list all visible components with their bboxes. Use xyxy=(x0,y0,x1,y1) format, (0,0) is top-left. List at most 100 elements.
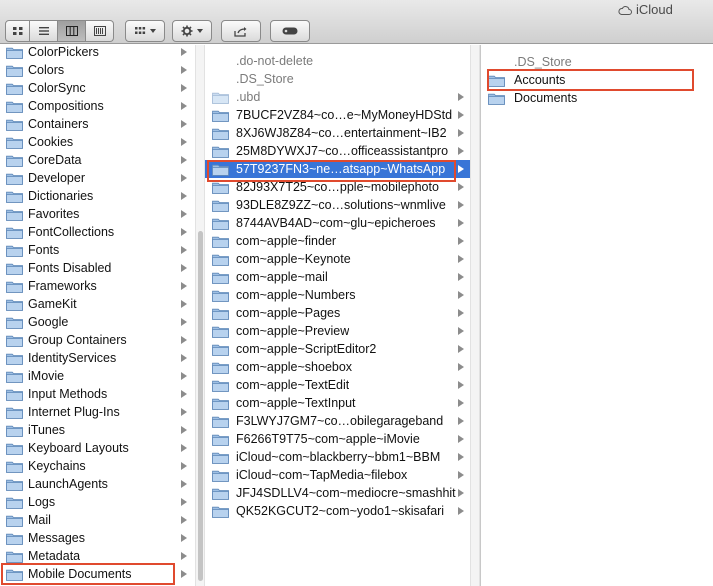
column-2-item-jfj4sdllv4-com-mediocre-smashhit[interactable]: JFJ4SDLLV4~com~mediocre~smashhit xyxy=(205,484,470,502)
list-view-button[interactable] xyxy=(30,20,58,42)
item-label: FontCollections xyxy=(28,225,115,239)
column-2-item-do-not-delete[interactable]: .do-not-delete xyxy=(205,52,470,70)
item-label: .ubd xyxy=(236,90,261,104)
disclosure-arrow-icon xyxy=(181,156,187,164)
column-1-item-frameworks[interactable]: Frameworks xyxy=(0,277,195,295)
column-1-scrollbar[interactable] xyxy=(195,45,205,586)
disclosure-arrow-icon xyxy=(181,120,187,128)
folder-icon xyxy=(6,280,23,293)
disclosure-arrow-icon xyxy=(458,309,464,317)
column-1-item-colors[interactable]: Colors xyxy=(0,61,195,79)
column-2-item-ubd[interactable]: .ubd xyxy=(205,88,470,106)
disclosure-arrow-icon xyxy=(458,399,464,407)
share-button[interactable] xyxy=(221,20,261,42)
item-label: Messages xyxy=(28,531,85,545)
column-2-item-icloud-com-blackberry-bbm1-bbm[interactable]: iCloud~com~blackberry~bbm1~BBM xyxy=(205,448,470,466)
column-1-item-colorpickers[interactable]: ColorPickers xyxy=(0,45,195,61)
cover-flow-button[interactable] xyxy=(86,20,114,42)
action-button[interactable] xyxy=(172,20,212,42)
column-1-item-mail[interactable]: Mail xyxy=(0,511,195,529)
column-divider[interactable] xyxy=(480,45,481,586)
folder-icon xyxy=(6,208,23,221)
item-label: .DS_Store xyxy=(514,55,572,69)
column-1-item-dictionaries[interactable]: Dictionaries xyxy=(0,187,195,205)
tags-button[interactable] xyxy=(270,20,310,42)
disclosure-arrow-icon xyxy=(181,84,187,92)
column-1-item-colorsync[interactable]: ColorSync xyxy=(0,79,195,97)
column-1-item-keyboard-layouts[interactable]: Keyboard Layouts xyxy=(0,439,195,457)
column-1-item-fonts[interactable]: Fonts xyxy=(0,241,195,259)
column-1-item-messages[interactable]: Messages xyxy=(0,529,195,547)
column-2-item-f3lwyj7gm7-co-obilegarageband[interactable]: F3LWYJ7GM7~co…obilegarageband xyxy=(205,412,470,430)
column-1-item-identityservices[interactable]: IdentityServices xyxy=(0,349,195,367)
icon-view-button[interactable] xyxy=(5,20,30,42)
column-1-item-fonts-disabled[interactable]: Fonts Disabled xyxy=(0,259,195,277)
folder-icon xyxy=(488,92,505,105)
column-1-item-compositions[interactable]: Compositions xyxy=(0,97,195,115)
disclosure-arrow-icon xyxy=(181,390,187,398)
folder-icon xyxy=(212,181,229,194)
column-1-item-fontcollections[interactable]: FontCollections xyxy=(0,223,195,241)
column-2-item-com-apple-textedit[interactable]: com~apple~TextEdit xyxy=(205,376,470,394)
column-1-item-containers[interactable]: Containers xyxy=(0,115,195,133)
column-2-item-f6266t9t75-com-apple-imovie[interactable]: F6266T9T75~com~apple~iMovie xyxy=(205,430,470,448)
icon-view-icon xyxy=(12,27,22,35)
column-1-item-gamekit[interactable]: GameKit xyxy=(0,295,195,313)
column-2-item-qk52kgcut2-com-yodo1-skisafari[interactable]: QK52KGCUT2~com~yodo1~skisafari xyxy=(205,502,470,520)
item-label: ColorSync xyxy=(28,81,86,95)
disclosure-arrow-icon xyxy=(458,381,464,389)
column-1-item-favorites[interactable]: Favorites xyxy=(0,205,195,223)
column-1-item-group-containers[interactable]: Group Containers xyxy=(0,331,195,349)
column-1-item-google[interactable]: Google xyxy=(0,313,195,331)
column-1-item-internet-plug-ins[interactable]: Internet Plug-Ins xyxy=(0,403,195,421)
arrange-grid-icon xyxy=(135,27,146,34)
item-label: F3LWYJ7GM7~co…obilegarageband xyxy=(236,414,444,428)
folder-icon xyxy=(212,91,229,104)
disclosure-arrow-icon xyxy=(181,498,187,506)
column-2-item-ds-store[interactable]: .DS_Store xyxy=(205,70,470,88)
column-2-item-com-apple-shoebox[interactable]: com~apple~shoebox xyxy=(205,358,470,376)
column-1-item-imovie[interactable]: iMovie xyxy=(0,367,195,385)
column-1-scroll-thumb[interactable] xyxy=(198,231,203,581)
folder-icon xyxy=(6,64,23,77)
column-2-item-com-apple-mail[interactable]: com~apple~mail xyxy=(205,268,470,286)
file-spacer xyxy=(212,55,229,68)
folder-icon xyxy=(212,451,229,464)
column-2-item-com-apple-finder[interactable]: com~apple~finder xyxy=(205,232,470,250)
column-2-item-com-apple-textinput[interactable]: com~apple~TextInput xyxy=(205,394,470,412)
column-2-item-com-apple-preview[interactable]: com~apple~Preview xyxy=(205,322,470,340)
disclosure-arrow-icon xyxy=(181,246,187,254)
column-1-item-input-methods[interactable]: Input Methods xyxy=(0,385,195,403)
disclosure-arrow-icon xyxy=(181,318,187,326)
item-label: 8744AVB4AD~com~glu~epicheroes xyxy=(236,216,436,230)
column-1-item-developer[interactable]: Developer xyxy=(0,169,195,187)
column-1-item-keychains[interactable]: Keychains xyxy=(0,457,195,475)
column-2-item-8xj6wj8z84-co-entertainment-ib2[interactable]: 8XJ6WJ8Z84~co…entertainment~IB2 xyxy=(205,124,470,142)
column-1-item-cookies[interactable]: Cookies xyxy=(0,133,195,151)
column-2-item-com-apple-pages[interactable]: com~apple~Pages xyxy=(205,304,470,322)
folder-icon xyxy=(212,433,229,446)
item-label: 7BUCF2VZ84~co…e~MyMoneyHDStd xyxy=(236,108,453,122)
folder-icon xyxy=(212,307,229,320)
column-1-item-itunes[interactable]: iTunes xyxy=(0,421,195,439)
folder-icon xyxy=(212,505,229,518)
column-2-item-com-apple-scripteditor2[interactable]: com~apple~ScriptEditor2 xyxy=(205,340,470,358)
column-2-scrollbar[interactable] xyxy=(470,45,480,586)
column-1-item-logs[interactable]: Logs xyxy=(0,493,195,511)
column-2-item-com-apple-keynote[interactable]: com~apple~Keynote xyxy=(205,250,470,268)
column-2-item-93dle8z9zz-co-solutions-wnmlive[interactable]: 93DLE8Z9ZZ~co…solutions~wnmlive xyxy=(205,196,470,214)
column-2-item-7bucf2vz84-co-e-mymoneyhdstd[interactable]: 7BUCF2VZ84~co…e~MyMoneyHDStd xyxy=(205,106,470,124)
disclosure-arrow-icon xyxy=(458,435,464,443)
column-2-item-com-apple-numbers[interactable]: com~apple~Numbers xyxy=(205,286,470,304)
folder-icon xyxy=(212,271,229,284)
gear-icon xyxy=(181,25,193,37)
column-2-item-8744avb4ad-com-glu-epicheroes[interactable]: 8744AVB4AD~com~glu~epicheroes xyxy=(205,214,470,232)
column-view-button[interactable] xyxy=(58,20,86,42)
column-2-item-icloud-com-tapmedia-filebox[interactable]: iCloud~com~TapMedia~filebox xyxy=(205,466,470,484)
item-label: Favorites xyxy=(28,207,80,221)
column-1-item-launchagents[interactable]: LaunchAgents xyxy=(0,475,195,493)
column-2-item-25m8dywxj7-co-officeassistantpro[interactable]: 25M8DYWXJ7~co…officeassistantpro xyxy=(205,142,470,160)
column-3-item-documents[interactable]: Documents xyxy=(482,89,713,107)
arrange-button[interactable] xyxy=(125,20,165,42)
column-1-item-coredata[interactable]: CoreData xyxy=(0,151,195,169)
